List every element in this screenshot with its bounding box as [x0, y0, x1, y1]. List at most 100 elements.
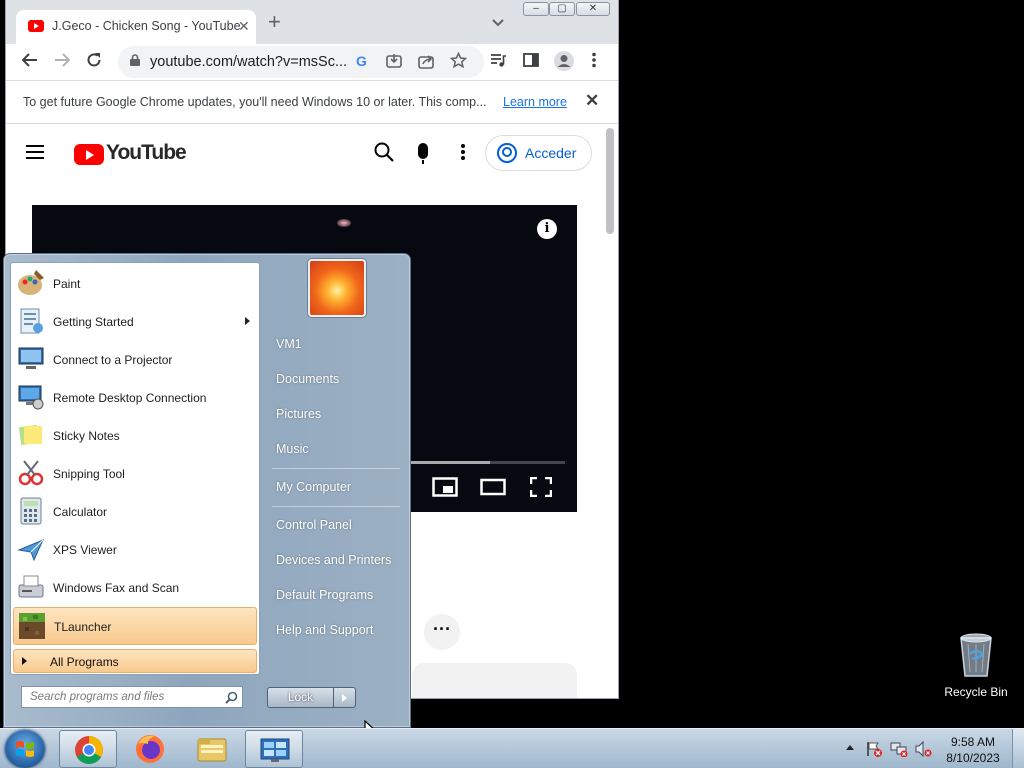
start-search-input[interactable] [22, 687, 218, 707]
tab-strip: – ▢ ✕ J.Geco - Chicken Song - YouTube ✕ … [6, 0, 618, 44]
show-desktop-button[interactable] [1012, 729, 1024, 768]
share-icon[interactable] [418, 53, 434, 74]
program-fax-scan[interactable]: Windows Fax and Scan [13, 569, 257, 607]
taskbar-file-explorer-button[interactable] [183, 730, 241, 768]
program-label: Windows Fax and Scan [53, 581, 180, 595]
chrome-menu-icon[interactable] [591, 52, 597, 73]
more-options-icon[interactable] [461, 144, 465, 162]
taskbar-control-panel-button[interactable] [245, 730, 303, 768]
place-user-folder[interactable]: VM1 [276, 337, 302, 351]
places-divider [272, 506, 400, 507]
place-help-support[interactable]: Help and Support [276, 623, 373, 637]
recycle-bin-label: Recycle Bin [944, 685, 1008, 699]
fax-scan-icon [18, 575, 44, 598]
program-snipping-tool[interactable]: Snipping Tool [13, 455, 257, 493]
program-remote-desktop[interactable]: Remote Desktop Connection [13, 379, 257, 417]
description-card [412, 663, 577, 698]
place-default-programs[interactable]: Default Programs [276, 588, 373, 602]
forward-arrow-icon[interactable] [54, 52, 71, 73]
volume-muted-icon[interactable] [914, 740, 932, 762]
recycle-bin[interactable]: Recycle Bin [940, 630, 1012, 699]
user-picture[interactable] [308, 259, 366, 317]
minimize-button[interactable]: – [523, 2, 549, 16]
maximize-button[interactable]: ▢ [549, 2, 575, 16]
start-button[interactable] [5, 730, 45, 768]
network-icon[interactable] [890, 741, 908, 762]
program-label: Snipping Tool [53, 467, 125, 481]
microphone-icon[interactable] [418, 143, 428, 164]
show-hidden-icons-icon[interactable] [846, 745, 854, 750]
infobar-close-icon[interactable]: ✕ [585, 91, 599, 111]
windows-logo-icon [16, 741, 34, 757]
all-programs-button[interactable]: All Programs [13, 649, 257, 673]
browser-toolbar: youtube.com/watch?v=msSc... G [6, 44, 618, 80]
program-connect-projector[interactable]: Connect to a Projector [13, 341, 257, 379]
start-search-box[interactable] [21, 686, 243, 708]
place-music[interactable]: Music [276, 442, 309, 456]
more-actions-button[interactable]: ··· [424, 614, 460, 650]
new-tab-button[interactable]: + [268, 11, 281, 33]
tab-active[interactable]: J.Geco - Chicken Song - YouTube ✕ [16, 10, 256, 44]
calculator-icon [20, 497, 42, 525]
chrome-icon [75, 736, 103, 764]
place-devices-printers[interactable]: Devices and Printers [276, 553, 391, 567]
fullscreen-icon[interactable] [529, 476, 553, 502]
place-control-panel[interactable]: Control Panel [276, 518, 352, 532]
search-icon[interactable] [225, 691, 238, 709]
lock-icon [130, 54, 140, 66]
media-controls-icon[interactable] [490, 52, 506, 73]
programs-list: Paint Getting Started Connect to a Proje… [10, 262, 260, 675]
program-calculator[interactable]: Calculator [13, 493, 257, 531]
start-menu: Paint Getting Started Connect to a Proje… [3, 253, 411, 728]
address-bar[interactable]: youtube.com/watch?v=msSc... G [118, 46, 484, 78]
sign-in-label: Acceder [525, 145, 577, 161]
tab-search-chevron-icon[interactable] [492, 16, 504, 30]
program-paint[interactable]: Paint [13, 265, 257, 303]
place-my-computer[interactable]: My Computer [276, 480, 351, 494]
taskbar-firefox-button[interactable] [121, 730, 179, 768]
recycle-bin-icon [960, 633, 992, 677]
sticky-notes-icon [18, 424, 42, 446]
search-icon[interactable] [374, 142, 394, 167]
update-infobar: To get future Google Chrome updates, you… [6, 80, 618, 124]
program-label: Sticky Notes [53, 429, 120, 443]
page-scrollbar[interactable] [606, 128, 614, 234]
install-app-icon[interactable] [386, 53, 402, 74]
all-programs-label: All Programs [50, 655, 119, 669]
sign-in-button[interactable]: Acceder [485, 135, 592, 171]
program-label: XPS Viewer [53, 543, 117, 557]
reload-icon[interactable] [86, 52, 102, 73]
system-clock[interactable]: 9:58 AM 8/10/2023 [942, 734, 1004, 766]
close-window-button[interactable]: ✕ [576, 2, 610, 16]
theater-mode-icon[interactable] [480, 477, 506, 502]
getting-started-icon [20, 308, 43, 334]
back-arrow-icon[interactable] [21, 52, 38, 73]
tab-title: J.Geco - Chicken Song - YouTube [52, 19, 241, 33]
remote-desktop-icon [18, 385, 44, 410]
clock-time: 9:58 AM [950, 735, 996, 749]
learn-more-link[interactable]: Learn more [503, 95, 567, 109]
program-label: TLauncher [54, 620, 112, 634]
program-xps-viewer[interactable]: XPS Viewer [13, 531, 257, 569]
program-sticky-notes[interactable]: Sticky Notes [13, 417, 257, 455]
side-panel-icon[interactable] [523, 52, 539, 73]
hamburger-menu-icon[interactable] [26, 145, 44, 163]
profile-avatar-icon[interactable] [553, 50, 575, 77]
xps-viewer-icon [17, 539, 44, 562]
bookmark-star-icon[interactable] [449, 51, 468, 74]
places-divider [272, 468, 400, 469]
google-lens-icon[interactable]: G [356, 53, 367, 69]
lock-button[interactable]: Lock [267, 687, 334, 708]
place-documents[interactable]: Documents [276, 372, 339, 386]
place-pictures[interactable]: Pictures [276, 407, 321, 421]
action-center-flag-icon[interactable] [866, 741, 882, 762]
video-info-icon[interactable]: i [537, 219, 557, 239]
program-tlauncher[interactable]: TLauncher [13, 607, 257, 645]
program-label: Getting Started [53, 315, 134, 329]
miniplayer-icon[interactable] [432, 477, 458, 502]
taskbar-chrome-button[interactable] [59, 730, 117, 768]
shutdown-options-arrow-icon[interactable] [334, 687, 356, 708]
clock-date: 8/10/2023 [946, 751, 1000, 765]
program-getting-started[interactable]: Getting Started [13, 303, 257, 341]
tab-close-icon[interactable]: ✕ [238, 18, 250, 35]
